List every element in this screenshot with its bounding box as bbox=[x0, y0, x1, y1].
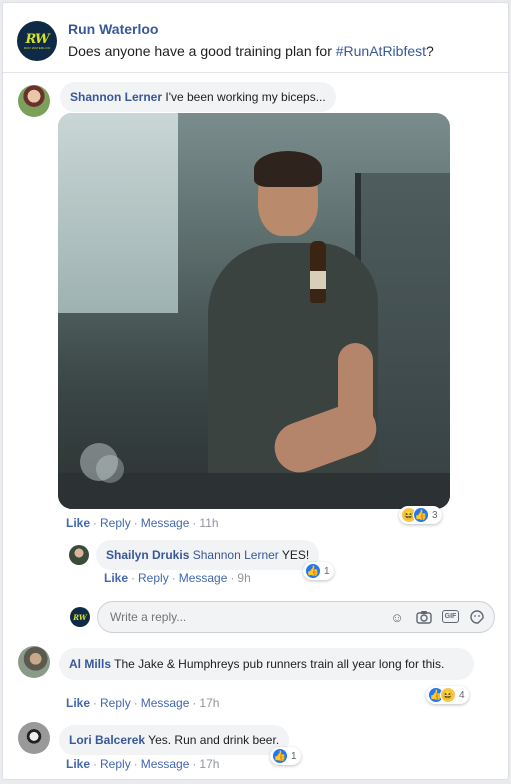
message-button[interactable]: Message bbox=[141, 757, 190, 771]
sticker-icon[interactable] bbox=[468, 608, 486, 626]
reply-bubble: Shailyn Drukis Shannon Lerner YES! bbox=[96, 540, 320, 570]
comment-bubble: Shannon Lerner I've been working my bice… bbox=[60, 82, 336, 112]
logo-text: RW bbox=[73, 612, 87, 622]
gif-person-hair bbox=[254, 151, 322, 187]
reaction-summary[interactable]: 😆 👍 3 bbox=[399, 506, 442, 524]
post-card: RW RUN WATERLOO Run Waterloo Does anyone… bbox=[2, 2, 509, 780]
emoji-icon[interactable]: ☺ bbox=[388, 608, 406, 626]
comment-author[interactable]: Shannon Lerner bbox=[70, 90, 162, 104]
reply-button[interactable]: Reply bbox=[100, 516, 131, 530]
reply-icons: ☺ GIF bbox=[388, 608, 486, 626]
avatar-shannon[interactable] bbox=[18, 85, 50, 117]
like-button[interactable]: Like bbox=[66, 757, 90, 771]
reply-button[interactable]: Reply bbox=[100, 757, 131, 771]
comment-time[interactable]: 17h bbox=[199, 757, 219, 771]
page-avatar[interactable]: RW RUN WATERLOO bbox=[17, 21, 57, 61]
reply-mention[interactable]: Shannon Lerner bbox=[193, 548, 279, 562]
gif-glass bbox=[96, 455, 124, 483]
separator: · bbox=[131, 571, 136, 585]
reaction-count: 3 bbox=[432, 509, 438, 521]
separator: · bbox=[171, 571, 176, 585]
comment-bubble: Lori Balcerek Yes. Run and drink beer. bbox=[59, 725, 290, 755]
reply-box: ☺ GIF bbox=[97, 601, 495, 633]
comment-bubble: Al Mills The Jake & Humphreys pub runner… bbox=[59, 648, 474, 680]
post-text-body: Does anyone have a good training plan fo… bbox=[68, 43, 336, 59]
reply-text: YES! bbox=[281, 548, 310, 562]
reaction-summary[interactable]: 👍 1 bbox=[303, 562, 334, 580]
separator: · bbox=[133, 516, 138, 530]
avatar-lori[interactable] bbox=[18, 722, 50, 754]
avatar-shailyn[interactable] bbox=[69, 545, 89, 565]
separator: · bbox=[93, 516, 98, 530]
message-button[interactable]: Message bbox=[141, 696, 190, 710]
camera-icon[interactable] bbox=[415, 608, 433, 626]
separator: · bbox=[192, 696, 197, 710]
post-text: Does anyone have a good training plan fo… bbox=[68, 43, 434, 59]
separator: · bbox=[93, 696, 98, 710]
separator: · bbox=[230, 571, 235, 585]
comment-author[interactable]: Al Mills bbox=[69, 657, 111, 671]
reply-button[interactable]: Reply bbox=[100, 696, 131, 710]
reply-time[interactable]: 9h bbox=[237, 571, 250, 585]
comment-text: The Jake & Humphreys pub runners train a… bbox=[114, 657, 445, 671]
haha-icon: 😆 bbox=[440, 687, 456, 703]
like-button[interactable]: Like bbox=[66, 516, 90, 530]
comment-text: I've been working my biceps... bbox=[165, 90, 326, 104]
page-avatar-small: RW bbox=[70, 607, 90, 627]
reaction-summary[interactable]: 👍 1 bbox=[270, 747, 301, 765]
reply-actions: Like · Reply · Message · 9h bbox=[104, 571, 251, 585]
reaction-count: 1 bbox=[291, 750, 297, 762]
like-icon: 👍 bbox=[272, 748, 288, 764]
comment-author[interactable]: Lori Balcerek bbox=[69, 733, 145, 747]
post-header: RW RUN WATERLOO Run Waterloo Does anyone… bbox=[3, 3, 508, 73]
comment-time[interactable]: 17h bbox=[199, 696, 219, 710]
avatar-al[interactable] bbox=[18, 646, 50, 678]
reply-author[interactable]: Shailyn Drukis bbox=[106, 548, 189, 562]
comment-actions: Like · Reply · Message · 17h bbox=[66, 696, 219, 710]
post-text-end: ? bbox=[426, 43, 434, 59]
like-icon: 👍 bbox=[305, 563, 321, 579]
message-button[interactable]: Message bbox=[179, 571, 228, 585]
comment-gif[interactable] bbox=[58, 113, 450, 509]
comment-actions: Like · Reply · Message · 17h bbox=[66, 757, 219, 771]
like-button[interactable]: Like bbox=[104, 571, 128, 585]
separator: · bbox=[133, 757, 138, 771]
page-name[interactable]: Run Waterloo bbox=[68, 21, 158, 37]
separator: · bbox=[192, 757, 197, 771]
like-button[interactable]: Like bbox=[66, 696, 90, 710]
logo-subtext: RUN WATERLOO bbox=[23, 45, 51, 50]
reaction-count: 4 bbox=[459, 689, 465, 701]
comment-actions: Like · Reply · Message · 11h bbox=[66, 516, 219, 530]
comment-time[interactable]: 11h bbox=[199, 516, 218, 530]
reaction-summary[interactable]: 👍 😆 4 bbox=[426, 686, 469, 704]
separator: · bbox=[133, 696, 138, 710]
comment-text: Yes. Run and drink beer. bbox=[148, 733, 280, 747]
hashtag-link[interactable]: #RunAtRibfest bbox=[336, 43, 426, 59]
separator: · bbox=[93, 757, 98, 771]
separator: · bbox=[192, 516, 197, 530]
reply-input[interactable] bbox=[110, 610, 360, 624]
gif-icon[interactable]: GIF bbox=[442, 610, 459, 623]
reaction-count: 1 bbox=[324, 565, 330, 577]
gif-bottle-label bbox=[310, 271, 326, 289]
like-icon: 👍 bbox=[413, 507, 429, 523]
message-button[interactable]: Message bbox=[141, 516, 190, 530]
gif-window bbox=[58, 113, 178, 313]
logo-text: RW bbox=[25, 31, 49, 47]
reply-button[interactable]: Reply bbox=[138, 571, 169, 585]
